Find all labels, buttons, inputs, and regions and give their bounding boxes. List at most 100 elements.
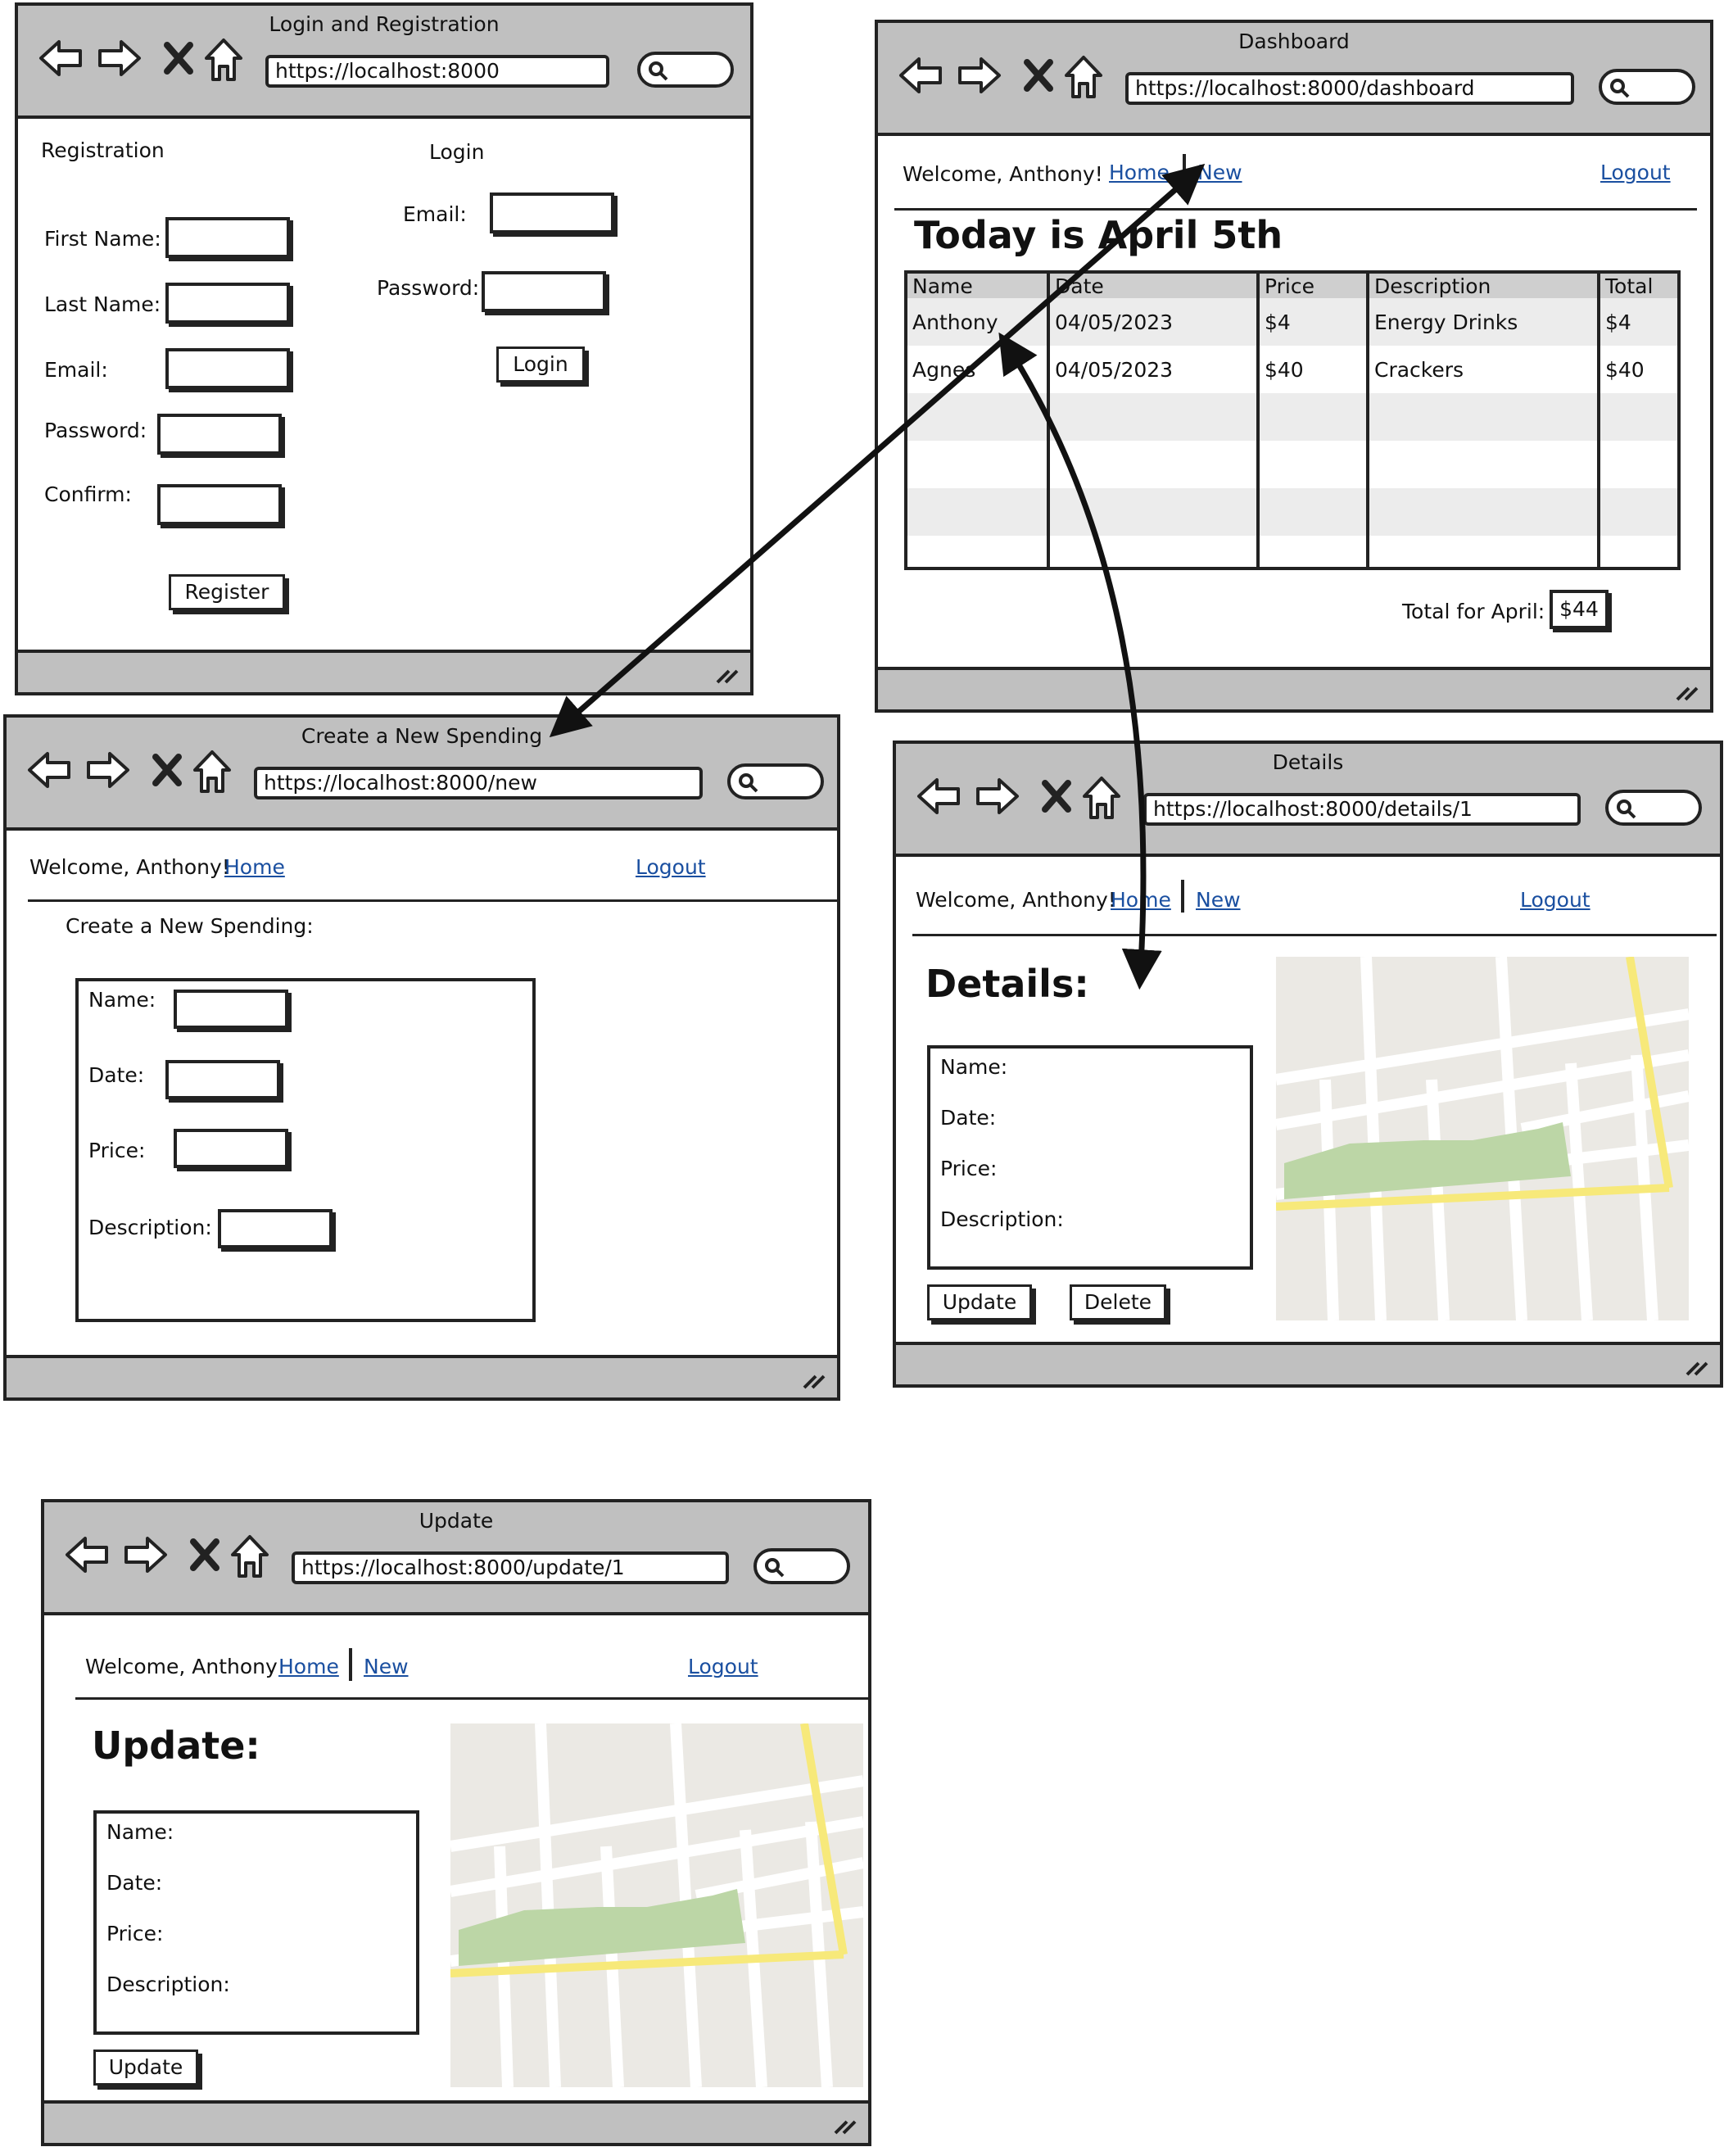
nav-new-link[interactable]: New: [1196, 888, 1241, 912]
date-label: Date:: [106, 1871, 163, 1895]
total-label: Total for April:: [1402, 600, 1545, 623]
reg-password-field[interactable]: [157, 414, 282, 455]
resize-grip-icon[interactable]: [714, 666, 739, 686]
resize-grip-icon[interactable]: [1674, 683, 1699, 703]
back-arrow-icon[interactable]: [26, 749, 72, 791]
delete-button[interactable]: Delete: [1070, 1284, 1166, 1320]
table-row[interactable]: Anthony 04/05/2023 $4 Energy Drinks $4: [907, 298, 1677, 346]
window-title: Dashboard: [1238, 29, 1350, 53]
resize-grip-icon[interactable]: [801, 1371, 826, 1391]
nav-home-link[interactable]: Home: [278, 1655, 339, 1678]
nav-divider: [28, 899, 839, 902]
form-heading: Create a New Spending:: [66, 914, 314, 938]
resize-grip-icon[interactable]: [832, 2117, 857, 2136]
url-bar[interactable]: https://localhost:8000: [265, 55, 609, 88]
home-icon[interactable]: [192, 749, 233, 795]
price-label: Price:: [106, 1922, 164, 1945]
register-button[interactable]: Register: [169, 574, 285, 610]
nav-home-link[interactable]: Home: [1109, 161, 1170, 184]
nav-separator: [1183, 154, 1186, 187]
login-email-field[interactable]: [490, 192, 614, 233]
back-arrow-icon[interactable]: [38, 37, 84, 79]
search-icon: [739, 773, 758, 793]
price-field[interactable]: [174, 1129, 288, 1168]
home-icon[interactable]: [203, 37, 244, 83]
url-bar[interactable]: https://localhost:8000/details/1: [1143, 793, 1581, 826]
resize-grip-icon[interactable]: [1684, 1358, 1708, 1378]
name-label: Name:: [940, 1055, 1008, 1079]
table-row: [907, 536, 1677, 567]
search-icon: [1617, 799, 1636, 819]
map-image[interactable]: [1276, 957, 1689, 1320]
forward-arrow-icon[interactable]: [97, 37, 143, 79]
search-box[interactable]: [727, 763, 824, 799]
login-password-field[interactable]: [482, 271, 606, 312]
stop-icon[interactable]: [151, 749, 183, 791]
nav-home-link[interactable]: Home: [1111, 888, 1171, 912]
table-row: [907, 441, 1677, 488]
price-label: Price:: [88, 1139, 146, 1162]
back-arrow-icon[interactable]: [64, 1533, 110, 1576]
dashboard-window: Dashboard https://localhost:8000/dashboa…: [875, 20, 1713, 713]
stop-icon[interactable]: [162, 37, 195, 79]
description-field[interactable]: [218, 1209, 333, 1248]
nav-logout-link[interactable]: Logout: [688, 1655, 758, 1678]
browser-titlebar: Update https://localhost:8000/update/1: [44, 1502, 868, 1615]
nav-logout-link[interactable]: Logout: [1520, 888, 1590, 912]
last-name-label: Last Name:: [44, 292, 161, 316]
home-icon[interactable]: [229, 1533, 270, 1579]
confirm-field[interactable]: [157, 484, 282, 525]
spending-table-frame: Name Date Price Description Total Anthon…: [904, 270, 1681, 570]
stop-icon[interactable]: [1040, 775, 1073, 818]
browser-titlebar: Login and Registration https://localhost…: [18, 6, 750, 119]
window-title: Login and Registration: [269, 12, 500, 36]
description-label: Description:: [106, 1973, 230, 1996]
search-box[interactable]: [753, 1548, 850, 1584]
search-box[interactable]: [1605, 790, 1702, 826]
description-label: Description:: [940, 1207, 1064, 1231]
first-name-field[interactable]: [165, 217, 290, 258]
nav-logout-link[interactable]: Logout: [1600, 161, 1671, 184]
home-icon[interactable]: [1063, 54, 1104, 100]
status-bar: [7, 1355, 837, 1397]
date-label: Date:: [940, 1106, 997, 1130]
forward-arrow-icon[interactable]: [123, 1533, 169, 1576]
update-button[interactable]: Update: [93, 2050, 198, 2086]
nav-home-link[interactable]: Home: [224, 855, 285, 879]
search-box[interactable]: [637, 52, 734, 88]
reg-email-field[interactable]: [165, 348, 290, 389]
forward-arrow-icon[interactable]: [975, 775, 1020, 818]
stop-icon[interactable]: [188, 1533, 221, 1576]
status-bar: [44, 2100, 868, 2143]
table-row[interactable]: Agnes 04/05/2023 $40 Crackers $40: [907, 346, 1677, 393]
back-arrow-icon[interactable]: [916, 775, 962, 818]
nav-new-link[interactable]: New: [1197, 161, 1242, 184]
search-box[interactable]: [1599, 69, 1695, 105]
last-name-field[interactable]: [165, 283, 290, 324]
table-row: [907, 393, 1677, 441]
update-button[interactable]: Update: [927, 1284, 1032, 1320]
back-arrow-icon[interactable]: [898, 54, 943, 97]
forward-arrow-icon[interactable]: [957, 54, 1002, 97]
name-field[interactable]: [174, 990, 288, 1029]
login-button[interactable]: Login: [496, 346, 585, 383]
nav-logout-link[interactable]: Logout: [636, 855, 706, 879]
date-field[interactable]: [165, 1060, 280, 1099]
search-icon: [1610, 79, 1630, 98]
url-bar[interactable]: https://localhost:8000/dashboard: [1125, 72, 1574, 105]
home-icon[interactable]: [1081, 775, 1122, 821]
page-title: Details:: [925, 962, 1089, 1006]
name-label: Name:: [106, 1820, 174, 1844]
stop-icon[interactable]: [1022, 54, 1055, 97]
url-bar[interactable]: https://localhost:8000/new: [254, 767, 703, 799]
map-image[interactable]: [450, 1723, 863, 2087]
welcome-text: Welcome, Anthony!: [916, 888, 1116, 912]
table-cell: Agnes: [912, 357, 976, 382]
url-bar[interactable]: https://localhost:8000/update/1: [292, 1551, 729, 1584]
forward-arrow-icon[interactable]: [85, 749, 131, 791]
table-cell: $4: [1256, 298, 1368, 346]
update-panel: Name: Date: Price: Description:: [93, 1810, 419, 2035]
nav-divider: [894, 208, 1697, 211]
nav-new-link[interactable]: New: [364, 1655, 409, 1678]
nav-separator: [1181, 880, 1184, 913]
